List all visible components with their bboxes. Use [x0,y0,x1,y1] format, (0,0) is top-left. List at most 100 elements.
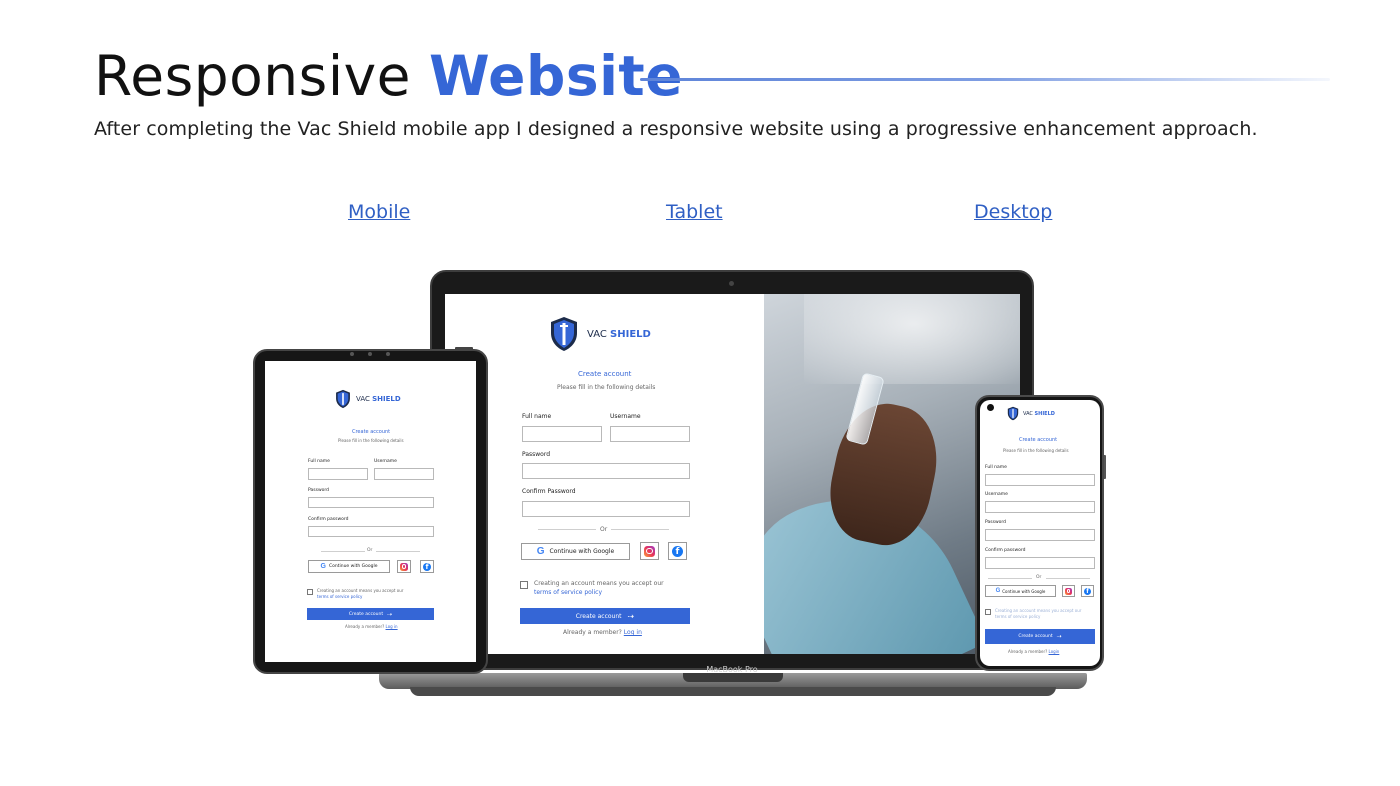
member-text: Already a member? Log in [563,629,642,636]
login-arrow-icon: ⇢ [1056,633,1062,640]
tablet-link[interactable]: Tablet [666,201,723,223]
mobile-link[interactable]: Mobile [348,201,410,223]
username-label: Username [374,459,397,464]
page-headline: Responsive Website [94,44,683,108]
login-arrow-icon: ⇢ [627,611,635,621]
login-link[interactable]: Log in [624,629,642,636]
google-button-label: Continue with Google [328,564,378,569]
shield-logo-icon [1007,406,1019,421]
login-arrow-icon: ⇢ [387,610,393,618]
username-label: Username [985,492,1008,497]
login-link[interactable]: Log in [386,624,398,629]
instagram-button[interactable] [640,542,659,560]
divider-left [988,578,1032,579]
fullname-input[interactable] [985,474,1095,486]
fullname-input[interactable] [308,468,368,480]
photo-light [804,294,1020,384]
instagram-button[interactable] [1062,585,1075,597]
form-subheading: Please fill in the following details [557,384,656,391]
instagram-icon [644,545,655,557]
terms-text: Creating an account means you accept our [995,608,1082,613]
fullname-label: Full name [308,459,330,464]
google-icon: G [320,563,326,570]
terms-link[interactable]: terms of service policy [995,614,1040,619]
google-icon: G [536,545,545,557]
google-button[interactable]: G Continue with Google [985,585,1056,597]
divider-right [376,551,420,552]
terms-link[interactable]: terms of service policy [534,589,602,596]
phone-camera [987,404,994,411]
divider-left [538,529,596,530]
instagram-button[interactable] [397,560,411,573]
confirm-password-label: Confirm Password [522,488,576,495]
password-input[interactable] [522,463,690,479]
create-account-label: Create account [575,612,622,620]
google-button[interactable]: G Continue with Google [308,560,390,573]
shield-logo-icon [335,389,351,409]
member-text: Already a member? Log in [345,624,398,629]
google-button[interactable]: G Continue with Google [521,543,630,560]
divider-left [321,551,365,552]
google-icon: G [995,588,1001,594]
brand-name-bold: SHIELD [610,328,651,340]
brand-name-plain: VAC [356,395,370,403]
terms-link[interactable]: terms of service policy [317,594,362,599]
confirm-password-input[interactable] [985,557,1095,569]
laptop-foot [410,687,1056,696]
username-input[interactable] [985,501,1095,513]
confirm-password-label: Confirm password [308,517,349,522]
facebook-button[interactable]: f [1081,585,1094,597]
laptop-camera [729,281,734,286]
member-prompt: Already a member? [345,624,385,629]
terms-checkbox[interactable] [985,609,991,615]
form-subheading: Please fill in the following details [338,438,404,443]
fullname-label: Full name [522,413,552,420]
divider-right [611,529,669,530]
login-link[interactable]: Login [1049,649,1060,654]
member-prompt: Already a member? [563,629,622,636]
confirm-password-input[interactable] [522,501,690,517]
instagram-icon [1065,587,1072,595]
username-input[interactable] [610,426,690,442]
username-label: Username [610,413,641,420]
laptop-notch [683,673,783,682]
terms-checkbox[interactable] [520,581,528,589]
create-account-label: Create account [1018,634,1053,639]
facebook-button[interactable]: f [420,560,434,573]
divider-right [1046,578,1090,579]
facebook-button[interactable]: f [668,542,687,560]
member-text: Already a member? Login [1008,649,1059,654]
headline-rule [640,78,1330,81]
facebook-icon: f [672,545,683,557]
create-account-button[interactable]: Create account ⇢ [985,629,1095,644]
create-account-button[interactable]: Create account ⇢ [307,608,434,620]
facebook-icon: f [1084,587,1091,595]
password-label: Password [985,520,1007,525]
password-input[interactable] [308,497,434,508]
laptop-brand-logo: VAC SHIELD [549,316,651,352]
username-input[interactable] [374,468,434,480]
tablet-screen: VAC SHIELD Create account Please fill in… [265,361,476,662]
password-label: Password [308,488,330,493]
terms-text: Creating an account means you accept our [317,588,404,593]
password-label: Password [522,451,551,458]
fullname-input[interactable] [522,426,602,442]
desktop-link[interactable]: Desktop [974,201,1052,223]
form-heading: Create account [352,429,391,435]
create-account-button[interactable]: Create account ⇢ [520,608,690,624]
terms-checkbox[interactable] [307,589,313,595]
google-button-label: Continue with Google [1002,588,1046,594]
password-input[interactable] [985,529,1095,541]
shield-logo-icon [549,316,579,352]
member-prompt: Already a member? [1008,649,1048,654]
headline-accent: Website [428,44,684,108]
confirm-password-input[interactable] [308,526,434,537]
form-heading: Create account [1019,437,1058,443]
phone-screen: VAC SHIELD Create account Please fill in… [980,400,1100,666]
brand-name-plain: VAC [1023,410,1033,417]
instagram-icon [400,562,408,571]
fullname-label: Full name [985,465,1007,470]
brand-name-bold: SHIELD [372,395,401,403]
terms-text: Creating an account means you accept our [534,580,664,587]
phone-brand-logo: VAC SHIELD [1007,406,1055,421]
